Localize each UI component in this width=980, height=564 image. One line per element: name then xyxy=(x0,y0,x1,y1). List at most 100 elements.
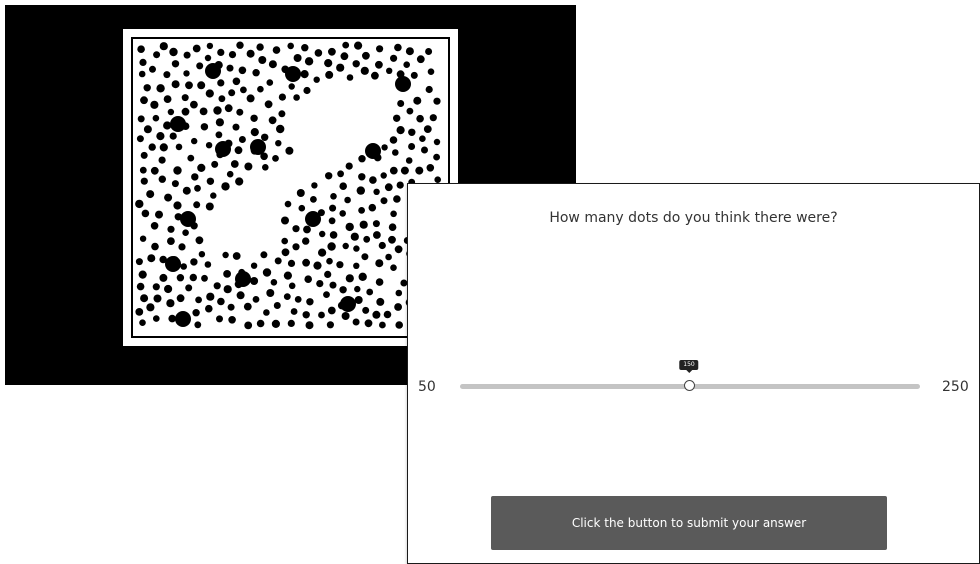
dot xyxy=(266,79,274,86)
dot xyxy=(301,44,309,52)
dot xyxy=(395,321,404,329)
dot-count-slider[interactable]: 150 xyxy=(460,360,920,391)
dot xyxy=(316,280,324,288)
dot xyxy=(346,74,354,81)
dot xyxy=(140,294,149,303)
dot xyxy=(283,293,291,300)
dot xyxy=(250,114,258,123)
dot xyxy=(238,66,247,75)
dot xyxy=(426,164,435,172)
dot xyxy=(416,55,425,64)
dot xyxy=(206,42,214,50)
dot xyxy=(235,177,244,186)
dot xyxy=(243,302,252,311)
dot xyxy=(302,311,310,319)
dot xyxy=(236,291,245,300)
dot xyxy=(360,66,369,75)
dot xyxy=(222,251,229,259)
large-dot xyxy=(235,271,251,287)
dot xyxy=(227,303,235,311)
dot xyxy=(396,126,405,135)
dot xyxy=(136,282,145,291)
dot xyxy=(361,253,369,261)
slider-max-label: 250 xyxy=(942,379,969,395)
dot xyxy=(143,125,152,134)
dot xyxy=(194,321,202,329)
dot xyxy=(313,76,320,83)
dot xyxy=(206,292,215,301)
dot xyxy=(185,284,193,292)
dot xyxy=(325,172,333,180)
dot xyxy=(236,108,244,116)
dot xyxy=(135,199,144,209)
dot xyxy=(413,96,422,105)
dot xyxy=(211,160,219,168)
submit-answer-button[interactable]: Click the button to submit your answer xyxy=(491,496,887,550)
dot xyxy=(383,310,392,319)
dot xyxy=(224,104,233,113)
dot xyxy=(266,289,275,297)
dot xyxy=(146,303,155,312)
dot xyxy=(195,236,204,245)
large-dot xyxy=(340,296,356,312)
large-dot xyxy=(250,139,266,155)
dot xyxy=(326,257,333,265)
question-panel: How many dots do you think there were? 5… xyxy=(407,183,980,564)
dot xyxy=(221,182,230,191)
dot xyxy=(181,94,189,102)
dot xyxy=(345,274,354,283)
slider-thumb[interactable] xyxy=(684,380,695,391)
dot xyxy=(169,132,177,140)
dot xyxy=(415,166,424,175)
dot xyxy=(194,184,201,192)
large-dot xyxy=(215,141,231,157)
dot xyxy=(148,143,156,151)
dot xyxy=(396,181,404,189)
dot xyxy=(252,296,260,303)
dot xyxy=(256,319,265,328)
dot xyxy=(292,243,300,251)
dot xyxy=(339,182,347,190)
dot xyxy=(304,57,314,66)
dot xyxy=(205,142,213,149)
dot xyxy=(384,183,393,192)
dot xyxy=(392,149,399,156)
dot xyxy=(330,193,337,200)
dot xyxy=(324,270,332,278)
dot xyxy=(204,261,212,268)
dot xyxy=(204,54,212,62)
dot xyxy=(305,321,314,330)
dot xyxy=(150,166,159,175)
dot xyxy=(281,248,290,257)
dot xyxy=(182,186,191,195)
dot xyxy=(140,177,148,185)
dot xyxy=(139,166,147,174)
dot xyxy=(261,133,269,141)
dot xyxy=(193,201,201,209)
slider-min-label: 50 xyxy=(418,379,436,395)
dot xyxy=(284,200,292,208)
dot xyxy=(175,143,183,151)
dot xyxy=(356,186,365,195)
dot xyxy=(275,140,282,147)
dot xyxy=(385,253,392,261)
dot xyxy=(375,259,384,268)
dot xyxy=(138,270,147,279)
dot xyxy=(176,274,185,282)
dot xyxy=(185,81,193,90)
dot xyxy=(372,220,380,228)
dot xyxy=(381,144,388,151)
dot xyxy=(378,241,386,250)
dot xyxy=(354,285,361,293)
dot xyxy=(345,222,354,232)
dot xyxy=(178,243,186,251)
dot xyxy=(264,100,273,109)
dot xyxy=(217,79,225,87)
dot xyxy=(262,164,269,171)
dot xyxy=(394,43,402,52)
slider-value-tooltip: 150 xyxy=(679,360,699,373)
dot xyxy=(329,281,337,289)
dot xyxy=(425,48,433,55)
large-dot xyxy=(165,256,181,272)
dot xyxy=(298,204,306,212)
